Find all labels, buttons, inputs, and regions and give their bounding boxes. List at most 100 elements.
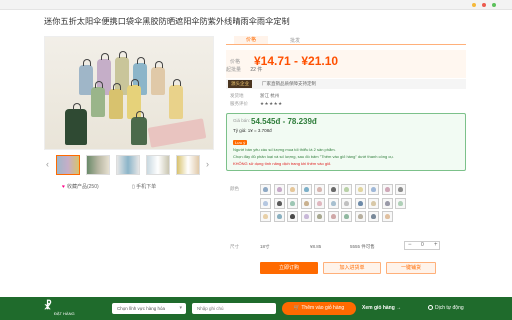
umbrella-icon	[384, 214, 390, 219]
thumbnail[interactable]	[146, 155, 170, 175]
product-title: 迷你五折太阳伞便携口袋伞黑胶防晒遮阳伞防紫外线晴雨伞雨伞定制	[44, 17, 290, 26]
variant-swatch[interactable]	[260, 184, 271, 195]
thumbnail[interactable]	[116, 155, 140, 175]
variant-swatch[interactable]	[395, 184, 406, 195]
variant-swatch[interactable]	[368, 197, 379, 209]
thumbnail[interactable]	[176, 155, 200, 175]
vn-price-label: Giá bán:	[233, 118, 251, 123]
product-main-image[interactable]	[44, 36, 214, 150]
tab-wholesale[interactable]: 批发	[290, 37, 300, 44]
category-select-value: Chọn lĩnh vực hàng hóa	[117, 306, 166, 311]
auto-translate-toggle[interactable]: Dịch tự động	[428, 305, 464, 311]
variant-swatch[interactable]	[314, 184, 325, 195]
variant-swatch[interactable]	[327, 211, 339, 222]
variant-swatch[interactable]	[341, 184, 352, 195]
variant-swatch[interactable]	[341, 211, 352, 222]
variant-swatch[interactable]	[314, 211, 325, 222]
variant-swatch[interactable]	[354, 211, 366, 222]
note-input[interactable]	[192, 303, 276, 314]
umbrella-image	[91, 81, 105, 117]
variant-swatch[interactable]	[287, 211, 298, 222]
toggle-icon	[428, 305, 433, 310]
quantity-stepper[interactable]: − 0 +	[404, 241, 440, 250]
thumbnail[interactable]	[56, 155, 80, 175]
umbrella-image	[131, 111, 147, 145]
brand-logo: ☧	[44, 301, 52, 312]
shop-name[interactable]: 厂家直销品质保障支持定制	[262, 81, 316, 87]
order-toolbar: ☧ ĐẶT HÀNG Chọn lĩnh vực hàng hóa ▾ 🛒 Th…	[0, 297, 512, 320]
umbrella-icon	[357, 187, 363, 192]
unit-price: ¥8.85	[310, 244, 322, 249]
variant-swatch[interactable]	[300, 184, 312, 195]
variant-swatch[interactable]	[327, 184, 339, 195]
chevron-right-icon[interactable]: ›	[206, 159, 209, 169]
variant-swatch[interactable]	[395, 197, 406, 209]
category-select[interactable]: Chọn lĩnh vực hàng hóa ▾	[112, 303, 186, 314]
info-label: 发货地	[230, 93, 244, 98]
umbrella-image	[109, 83, 123, 119]
note-line: Người bán yêu cầu số lượng mua tối thiểu…	[233, 147, 336, 152]
quantity-value[interactable]: 0	[421, 242, 424, 249]
price-tabs: 价格 批发	[226, 36, 466, 45]
add-to-purchase-list-button[interactable]: 加入进货单	[323, 262, 381, 274]
umbrella-icon	[330, 214, 336, 219]
exchange-rate: Tỷ giá: 1¥ = 3.708đ	[233, 128, 272, 133]
variant-swatch[interactable]	[327, 197, 339, 209]
info-row: 发货地 浙江 杭州	[230, 93, 279, 99]
variant-swatch[interactable]	[381, 197, 393, 209]
variant-swatch[interactable]	[341, 197, 352, 209]
info-row: 服务评价 ★★★★★	[230, 101, 282, 107]
auto-translate-label: Dịch tự động	[435, 305, 464, 311]
note-line-warning: KHÔNG sử dụng tính năng dịch trang khi t…	[233, 161, 332, 166]
variant-swatch[interactable]	[300, 211, 312, 222]
plus-icon[interactable]: +	[434, 242, 438, 249]
size-value: 18寸	[260, 244, 270, 249]
variant-label: 颜色	[230, 186, 239, 191]
minus-icon[interactable]: −	[408, 242, 412, 249]
variant-swatch[interactable]	[287, 197, 298, 209]
buy-now-button[interactable]: 立即订购	[260, 262, 318, 274]
variant-swatch[interactable]	[381, 211, 393, 222]
variant-swatch[interactable]	[273, 211, 285, 222]
chevron-left-icon[interactable]: ‹	[46, 159, 49, 169]
note-badge: Lưu ý	[233, 140, 248, 145]
variant-swatch[interactable]	[354, 184, 366, 195]
favorite-link[interactable]: ♥ 收藏产品(250)	[62, 183, 99, 190]
variant-swatch[interactable]	[314, 197, 325, 209]
phone-order-link[interactable]: ▯ 手机下单	[132, 183, 156, 190]
heart-icon: ♥	[62, 184, 65, 190]
thumbnail-strip: ‹ ›	[44, 155, 214, 177]
thumbnail[interactable]	[86, 155, 110, 175]
variant-swatch[interactable]	[260, 211, 271, 222]
umbrella-icon	[330, 200, 336, 206]
maximize-icon[interactable]	[492, 3, 496, 7]
variant-swatch[interactable]	[273, 184, 285, 195]
umbrella-icon	[371, 200, 376, 206]
umbrella-icon	[357, 200, 363, 206]
variant-swatch[interactable]	[273, 197, 285, 209]
umbrella-image	[151, 61, 165, 95]
close-icon[interactable]	[482, 3, 486, 7]
variant-swatch[interactable]	[287, 184, 298, 195]
variant-swatch[interactable]	[368, 211, 379, 222]
variant-swatch[interactable]	[300, 197, 312, 209]
umbrella-icon	[303, 200, 309, 206]
shop-badge: 源头企业	[228, 80, 252, 88]
umbrella-image	[65, 103, 87, 145]
variant-swatch[interactable]	[354, 197, 366, 209]
umbrella-icon	[357, 214, 363, 219]
tab-price[interactable]: 价格	[234, 36, 269, 44]
variant-swatch[interactable]	[368, 184, 379, 195]
minimize-icon[interactable]	[472, 3, 476, 7]
umbrella-icon	[276, 200, 282, 206]
variant-swatch[interactable]	[381, 184, 393, 195]
chevron-down-icon: ▾	[179, 305, 182, 311]
add-to-cart-button[interactable]: 🛒 Thêm vào giỏ hàng	[282, 302, 356, 315]
one-click-distribute-button[interactable]: 一键铺货	[386, 262, 436, 274]
umbrella-icon	[317, 187, 322, 192]
umbrella-icon	[317, 214, 322, 219]
price-label: 价格	[230, 59, 241, 65]
variant-swatch[interactable]	[260, 197, 271, 209]
umbrella-icon	[344, 214, 349, 219]
view-cart-link[interactable]: Xem giỏ hàng →	[362, 305, 401, 311]
